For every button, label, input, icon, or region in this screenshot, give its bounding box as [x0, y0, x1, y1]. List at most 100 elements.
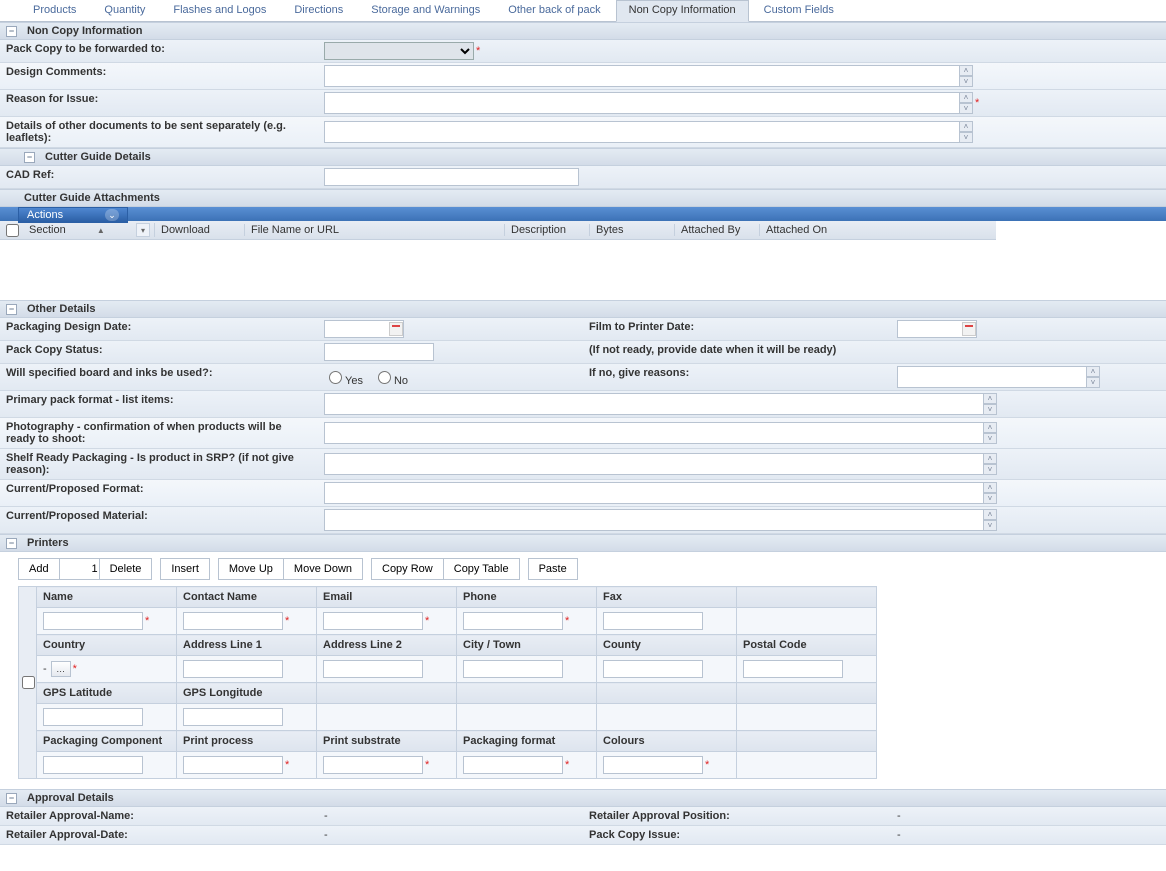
- copytable-button[interactable]: Copy Table: [443, 558, 520, 580]
- retailer-name-value: -: [320, 807, 583, 825]
- collapse-icon[interactable]: −: [24, 152, 35, 163]
- col-print-proc: Print process: [177, 731, 317, 752]
- moveup-button[interactable]: Move Up: [218, 558, 284, 580]
- section-noncopy-header: − Non Copy Information: [0, 22, 1166, 40]
- add-qty-input[interactable]: [60, 558, 100, 580]
- print-sub-input[interactable]: [323, 756, 423, 774]
- spinner-up[interactable]: ˄: [959, 92, 973, 103]
- addr1-input[interactable]: [183, 660, 283, 678]
- design-comments-input[interactable]: [324, 65, 960, 87]
- collapse-icon[interactable]: −: [6, 793, 17, 804]
- col-description[interactable]: Description: [505, 224, 590, 236]
- city-input[interactable]: [463, 660, 563, 678]
- label-film-printer-date: Film to Printer Date:: [583, 318, 893, 340]
- spinner-down[interactable]: ˅: [959, 76, 973, 87]
- spinner-up[interactable]: ˄: [983, 422, 997, 433]
- delete-button[interactable]: Delete: [99, 558, 153, 580]
- add-button[interactable]: Add: [18, 558, 60, 580]
- name-input[interactable]: [43, 612, 143, 630]
- spinner-up[interactable]: ˄: [983, 482, 997, 493]
- spinner-down[interactable]: ˅: [959, 103, 973, 114]
- spinner-down[interactable]: ˅: [1086, 377, 1100, 388]
- spinner-down[interactable]: ˅: [983, 404, 997, 415]
- other-docs-input[interactable]: [324, 121, 960, 143]
- pkg-comp-input[interactable]: [43, 756, 143, 774]
- colours-input[interactable]: [603, 756, 703, 774]
- contact-input[interactable]: [183, 612, 283, 630]
- col-gps-lon: GPS Longitude: [177, 683, 317, 704]
- spinner-up[interactable]: ˄: [959, 121, 973, 132]
- primary-pack-input[interactable]: [324, 393, 984, 415]
- col-attached-by[interactable]: Attached By: [675, 224, 760, 236]
- col-filename[interactable]: File Name or URL: [245, 224, 505, 236]
- print-proc-input[interactable]: [183, 756, 283, 774]
- curr-material-input[interactable]: [324, 509, 984, 531]
- photography-input[interactable]: [324, 422, 984, 444]
- spinner-up[interactable]: ˄: [983, 453, 997, 464]
- spinner-up[interactable]: ˄: [983, 393, 997, 404]
- gps-lon-input[interactable]: [183, 708, 283, 726]
- label-primary-pack: Primary pack format - list items:: [0, 391, 320, 417]
- phone-input[interactable]: [463, 612, 563, 630]
- tab-other-back[interactable]: Other back of pack: [495, 0, 613, 21]
- lookup-button[interactable]: …: [51, 661, 71, 677]
- col-download[interactable]: Download: [155, 224, 245, 236]
- addr2-input[interactable]: [323, 660, 423, 678]
- if-no-reasons-input[interactable]: [897, 366, 1087, 388]
- label-retailer-pos: Retailer Approval Position:: [583, 807, 893, 825]
- spinner-up[interactable]: ˄: [983, 509, 997, 520]
- postal-input[interactable]: [743, 660, 843, 678]
- tab-storage[interactable]: Storage and Warnings: [358, 0, 493, 21]
- label-will-board: Will specified board and inks be used?:: [0, 364, 320, 390]
- collapse-icon[interactable]: −: [6, 538, 17, 549]
- pkg-format-input[interactable]: [463, 756, 563, 774]
- row-curr-material: Current/Proposed Material: ˄˅: [0, 507, 1166, 534]
- pack-forward-select[interactable]: [324, 42, 474, 60]
- paste-button[interactable]: Paste: [528, 558, 578, 580]
- radio-yes[interactable]: [329, 371, 342, 384]
- chevron-down-icon[interactable]: ▾: [136, 223, 150, 237]
- spinner-up[interactable]: ˄: [1086, 366, 1100, 377]
- radio-no[interactable]: [378, 371, 391, 384]
- radio-yes-label[interactable]: Yes: [324, 368, 363, 387]
- actions-button[interactable]: Actions ⌄: [18, 207, 128, 223]
- tab-products[interactable]: Products: [20, 0, 89, 21]
- reason-issue-input[interactable]: [324, 92, 960, 114]
- cad-ref-input[interactable]: [324, 168, 579, 186]
- col-section[interactable]: Section ▲ ▾: [25, 223, 155, 237]
- copyrow-button[interactable]: Copy Row: [371, 558, 444, 580]
- select-all-checkbox[interactable]: [6, 224, 19, 237]
- collapse-icon[interactable]: −: [6, 304, 17, 315]
- label-curr-format: Current/Proposed Format:: [0, 480, 320, 506]
- tab-flashes[interactable]: Flashes and Logos: [160, 0, 279, 21]
- curr-format-input[interactable]: [324, 482, 984, 504]
- spinner-down[interactable]: ˅: [983, 493, 997, 504]
- movedown-button[interactable]: Move Down: [283, 558, 363, 580]
- email-input[interactable]: [323, 612, 423, 630]
- gps-lat-input[interactable]: [43, 708, 143, 726]
- radio-no-label[interactable]: No: [373, 368, 408, 387]
- tab-custom[interactable]: Custom Fields: [751, 0, 847, 21]
- spinner-down[interactable]: ˅: [983, 433, 997, 444]
- col-bytes[interactable]: Bytes: [590, 224, 675, 236]
- table-row: * * * *: [37, 608, 877, 635]
- spinner-down[interactable]: ˅: [983, 520, 997, 531]
- row-checkbox[interactable]: [22, 676, 35, 689]
- collapse-icon[interactable]: −: [6, 26, 17, 37]
- srp-input[interactable]: [324, 453, 984, 475]
- tab-noncopy[interactable]: Non Copy Information: [616, 0, 749, 22]
- pkg-design-date-input[interactable]: [324, 320, 404, 338]
- insert-button[interactable]: Insert: [160, 558, 210, 580]
- county-input[interactable]: [603, 660, 703, 678]
- spinner-up[interactable]: ˄: [959, 65, 973, 76]
- fax-input[interactable]: [603, 612, 703, 630]
- film-printer-date-input[interactable]: [897, 320, 977, 338]
- label-retailer-name: Retailer Approval-Name:: [0, 807, 320, 825]
- tab-directions[interactable]: Directions: [281, 0, 356, 21]
- spinner-down[interactable]: ˅: [983, 464, 997, 475]
- pack-copy-status-input[interactable]: [324, 343, 434, 361]
- spinner-down[interactable]: ˅: [959, 132, 973, 143]
- tab-quantity[interactable]: Quantity: [91, 0, 158, 21]
- printers-grid: Name Contact Name Email Phone Fax * * * …: [36, 586, 877, 779]
- col-attached-on[interactable]: Attached On: [760, 224, 890, 236]
